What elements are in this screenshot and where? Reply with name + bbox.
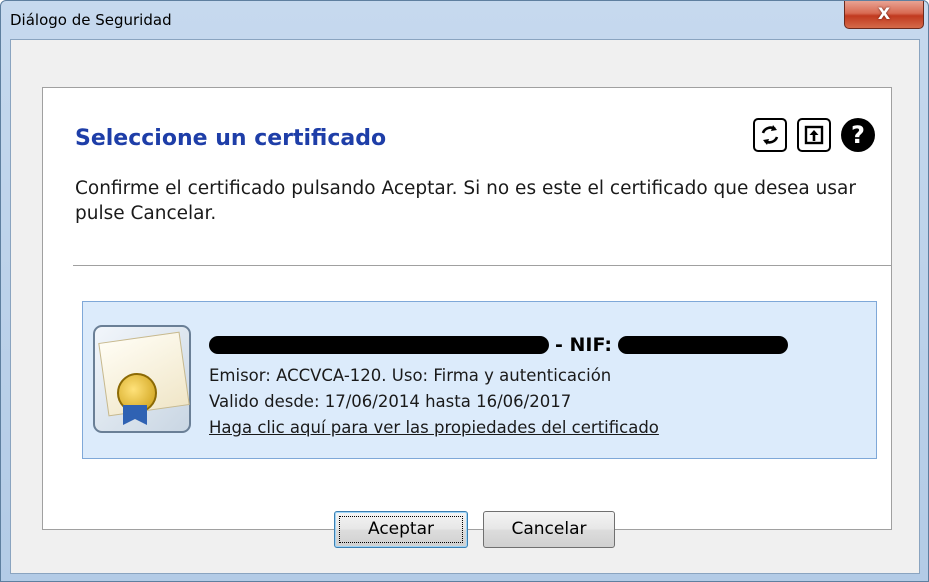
refresh-icon[interactable] bbox=[753, 118, 787, 152]
close-icon: X bbox=[877, 4, 891, 23]
help-icon[interactable]: ? bbox=[841, 118, 875, 152]
close-button[interactable]: X bbox=[844, 1, 924, 29]
nif-label: - NIF: bbox=[555, 334, 613, 356]
toolbar: ? bbox=[753, 118, 875, 152]
cancel-button[interactable]: Cancelar bbox=[483, 511, 615, 548]
cancel-button-label: Cancelar bbox=[511, 519, 587, 539]
certificate-item[interactable]: - NIF: Emisor: ACCVCA-120. Uso: Firma y … bbox=[82, 301, 877, 459]
dialog-body: Seleccione un certificado ? Confirme el … bbox=[10, 39, 920, 574]
certificate-icon bbox=[93, 325, 191, 433]
certificate-panel: Seleccione un certificado ? Confirme el … bbox=[42, 87, 892, 530]
certificate-ribbon-shape bbox=[123, 405, 147, 425]
help-glyph: ? bbox=[851, 121, 865, 149]
redacted-nif-value bbox=[618, 336, 789, 354]
certificate-properties-link[interactable]: Haga clic aquí para ver las propiedades … bbox=[209, 418, 659, 437]
accept-button-label: Aceptar bbox=[368, 519, 434, 539]
certificate-validity: Valido desde: 17/06/2014 hasta 16/06/201… bbox=[209, 392, 572, 411]
certificate-issuer: Emisor: ACCVCA-120. Uso: Firma y autenti… bbox=[209, 366, 612, 385]
instructions-text: Confirme el certificado pulsando Aceptar… bbox=[75, 178, 856, 224]
redacted-holder-name bbox=[209, 336, 549, 354]
page-title: Seleccione un certificado bbox=[75, 126, 387, 151]
window-title: Diálogo de Seguridad bbox=[10, 11, 172, 29]
certificate-holder: - NIF: bbox=[209, 332, 789, 358]
divider bbox=[73, 265, 891, 266]
export-icon[interactable] bbox=[797, 118, 831, 152]
accept-button[interactable]: Aceptar bbox=[334, 511, 468, 548]
security-dialog-window: Diálogo de Seguridad X Seleccione un cer… bbox=[0, 0, 929, 582]
title-bar[interactable]: Diálogo de Seguridad X bbox=[1, 1, 928, 39]
